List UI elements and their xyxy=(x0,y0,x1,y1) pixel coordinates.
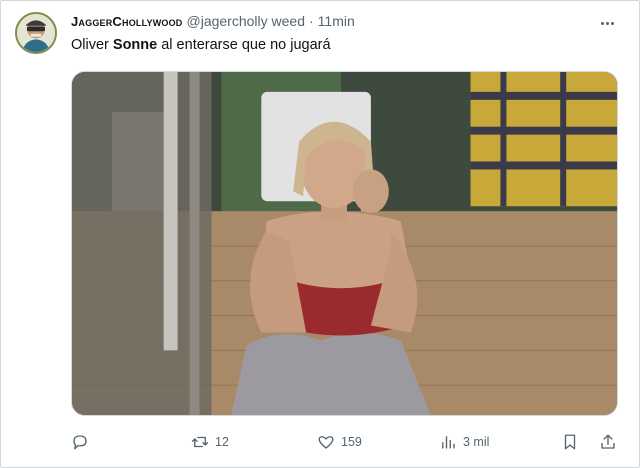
like-count: 159 xyxy=(341,435,362,449)
tweet-text-bold: Sonne xyxy=(112,37,158,53)
views-count: 3 mil xyxy=(463,435,490,449)
views-icon xyxy=(442,436,455,449)
avatar[interactable] xyxy=(15,12,57,54)
like-button[interactable]: 159 xyxy=(317,429,362,455)
retweet-icon xyxy=(191,436,209,448)
share-button[interactable] xyxy=(599,429,617,455)
tweet-text: Oliver Sonne al enterarse que no jugará xyxy=(71,37,331,53)
tweet-text-start: Oliver xyxy=(71,37,113,53)
more-icon[interactable] xyxy=(595,13,619,33)
reply-icon xyxy=(73,435,87,450)
views-button[interactable]: 3 mil xyxy=(439,429,489,455)
share-icon xyxy=(601,434,615,449)
tweet-image[interactable] xyxy=(71,71,618,416)
display-name[interactable]: JaggerChollywood xyxy=(71,14,183,29)
tweet-time[interactable]: 11min xyxy=(318,13,355,29)
retweet-count: 12 xyxy=(215,435,229,449)
tweet-header: JaggerChollywood @jagercholly weed · 11m… xyxy=(71,13,355,33)
like-icon xyxy=(318,436,334,449)
bookmark-icon xyxy=(564,434,576,450)
retweet-button[interactable]: 12 xyxy=(191,429,229,455)
user-handle[interactable]: @jagercholly weed xyxy=(187,13,306,29)
bookmark-button[interactable] xyxy=(561,429,579,455)
separator-dot: · xyxy=(309,13,314,29)
action-bar: 12 159 3 mil xyxy=(71,429,623,455)
tweet-card[interactable]: JaggerChollywood @jagercholly weed · 11m… xyxy=(0,0,640,468)
reply-button[interactable] xyxy=(71,429,89,455)
tweet-text-end: al enterarse que no jugará xyxy=(157,37,331,53)
